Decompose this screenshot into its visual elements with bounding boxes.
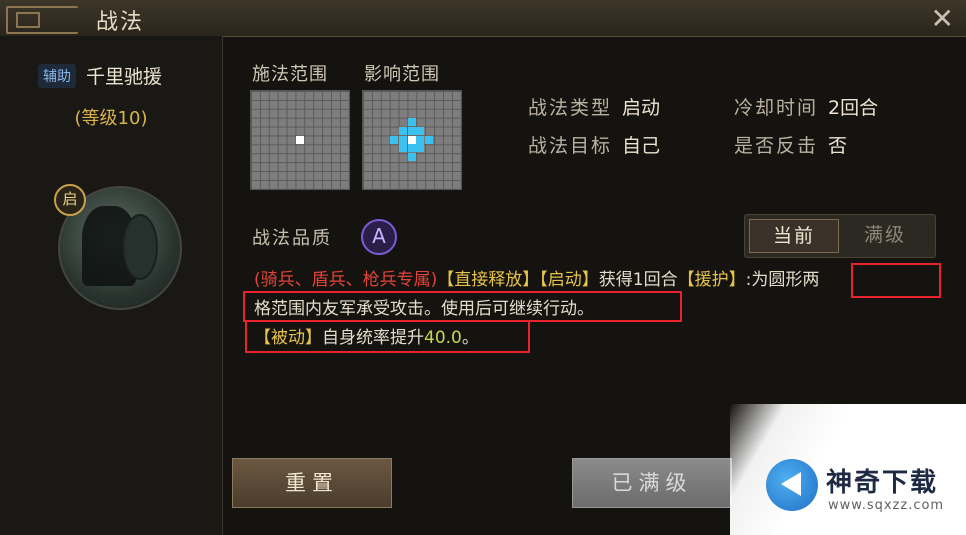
effect-range-grid (362, 90, 462, 190)
title-ornament-icon (6, 6, 78, 34)
effect-cell (398, 135, 407, 144)
description-text: :为圆形两 (745, 270, 820, 290)
title-bar: 战法 ✕ (0, 0, 966, 37)
effect-range-label: 影响范围 (364, 64, 440, 85)
skill-summary-panel: 辅助 千里驰援 (等级10) 启 (0, 36, 223, 535)
effect-cell (407, 144, 416, 153)
tab-current-level[interactable]: 当前 (749, 219, 839, 253)
effect-center-cell (407, 135, 416, 144)
reset-button[interactable]: 重置 (232, 458, 392, 508)
cooldown-value: 2回合 (828, 97, 879, 119)
watermark-url: www.sqxzz.com (828, 498, 945, 513)
counterattack-value: 否 (828, 135, 848, 157)
level-toggle: 当前 满级 (744, 214, 936, 258)
skill-name-row: 辅助 千里驰援 (38, 62, 162, 89)
skill-type-value: 启动 (622, 97, 661, 119)
download-logo-icon (766, 459, 818, 511)
effect-cell (416, 135, 425, 144)
shield-icon (122, 214, 158, 280)
effect-cell (416, 144, 425, 153)
description-line-1: (骑兵、盾兵、枪兵专属)【直接释放】【启动】获得1回合【援护】:为圆形两 (254, 265, 819, 290)
skill-type-row: 战法类型 启动 (528, 93, 660, 120)
watermark-title: 神奇下载 (826, 468, 939, 498)
cooldown-label: 冷却时间 (734, 97, 819, 119)
troop-restriction: (骑兵、盾兵、枪兵专属) (254, 270, 438, 290)
quality-label: 战法品质 (252, 228, 332, 249)
tag-guard: 【援护】 (677, 270, 746, 290)
skill-target-row: 战法目标 自己 (528, 131, 660, 158)
effect-cell (407, 126, 416, 135)
skill-level: (等级10) (74, 108, 148, 129)
max-level-button: 已满级 (572, 458, 732, 508)
watermark: 神奇下载 www.sqxzz.com (730, 404, 966, 535)
skill-trigger-badge: 启 (54, 184, 86, 216)
quality-grade-badge: A (361, 219, 397, 255)
tab-max-level[interactable]: 满级 (841, 219, 929, 251)
effect-cell (407, 153, 416, 162)
effect-cell (425, 135, 434, 144)
effect-cell (389, 135, 398, 144)
skill-name: 千里驰援 (86, 66, 163, 88)
tag-direct-cast: 【直接释放】 (437, 270, 540, 290)
cast-range-grid (250, 90, 350, 190)
annotation-box (245, 320, 530, 353)
counterattack-label: 是否反击 (734, 135, 819, 157)
effect-cell (407, 117, 416, 126)
close-icon[interactable]: ✕ (931, 2, 954, 35)
counterattack-row: 是否反击否 (734, 131, 847, 158)
skill-type-label: 战法类型 (528, 97, 613, 119)
tag-activate: 【启动】 (539, 270, 599, 290)
annotation-box (243, 291, 682, 322)
cast-range-label: 施法范围 (252, 64, 328, 85)
skill-target-label: 战法目标 (528, 135, 613, 157)
description-text: 获得1回合 (598, 270, 678, 290)
skill-category-tag: 辅助 (38, 64, 76, 88)
effect-cell (398, 126, 407, 135)
skill-target-value: 自己 (622, 135, 661, 157)
annotation-box (851, 263, 941, 298)
effect-cell (398, 144, 407, 153)
window-title: 战法 (96, 10, 145, 35)
effect-cell (416, 126, 425, 135)
cast-center-cell (295, 135, 304, 144)
cooldown-row: 冷却时间 2回合 (734, 93, 878, 120)
